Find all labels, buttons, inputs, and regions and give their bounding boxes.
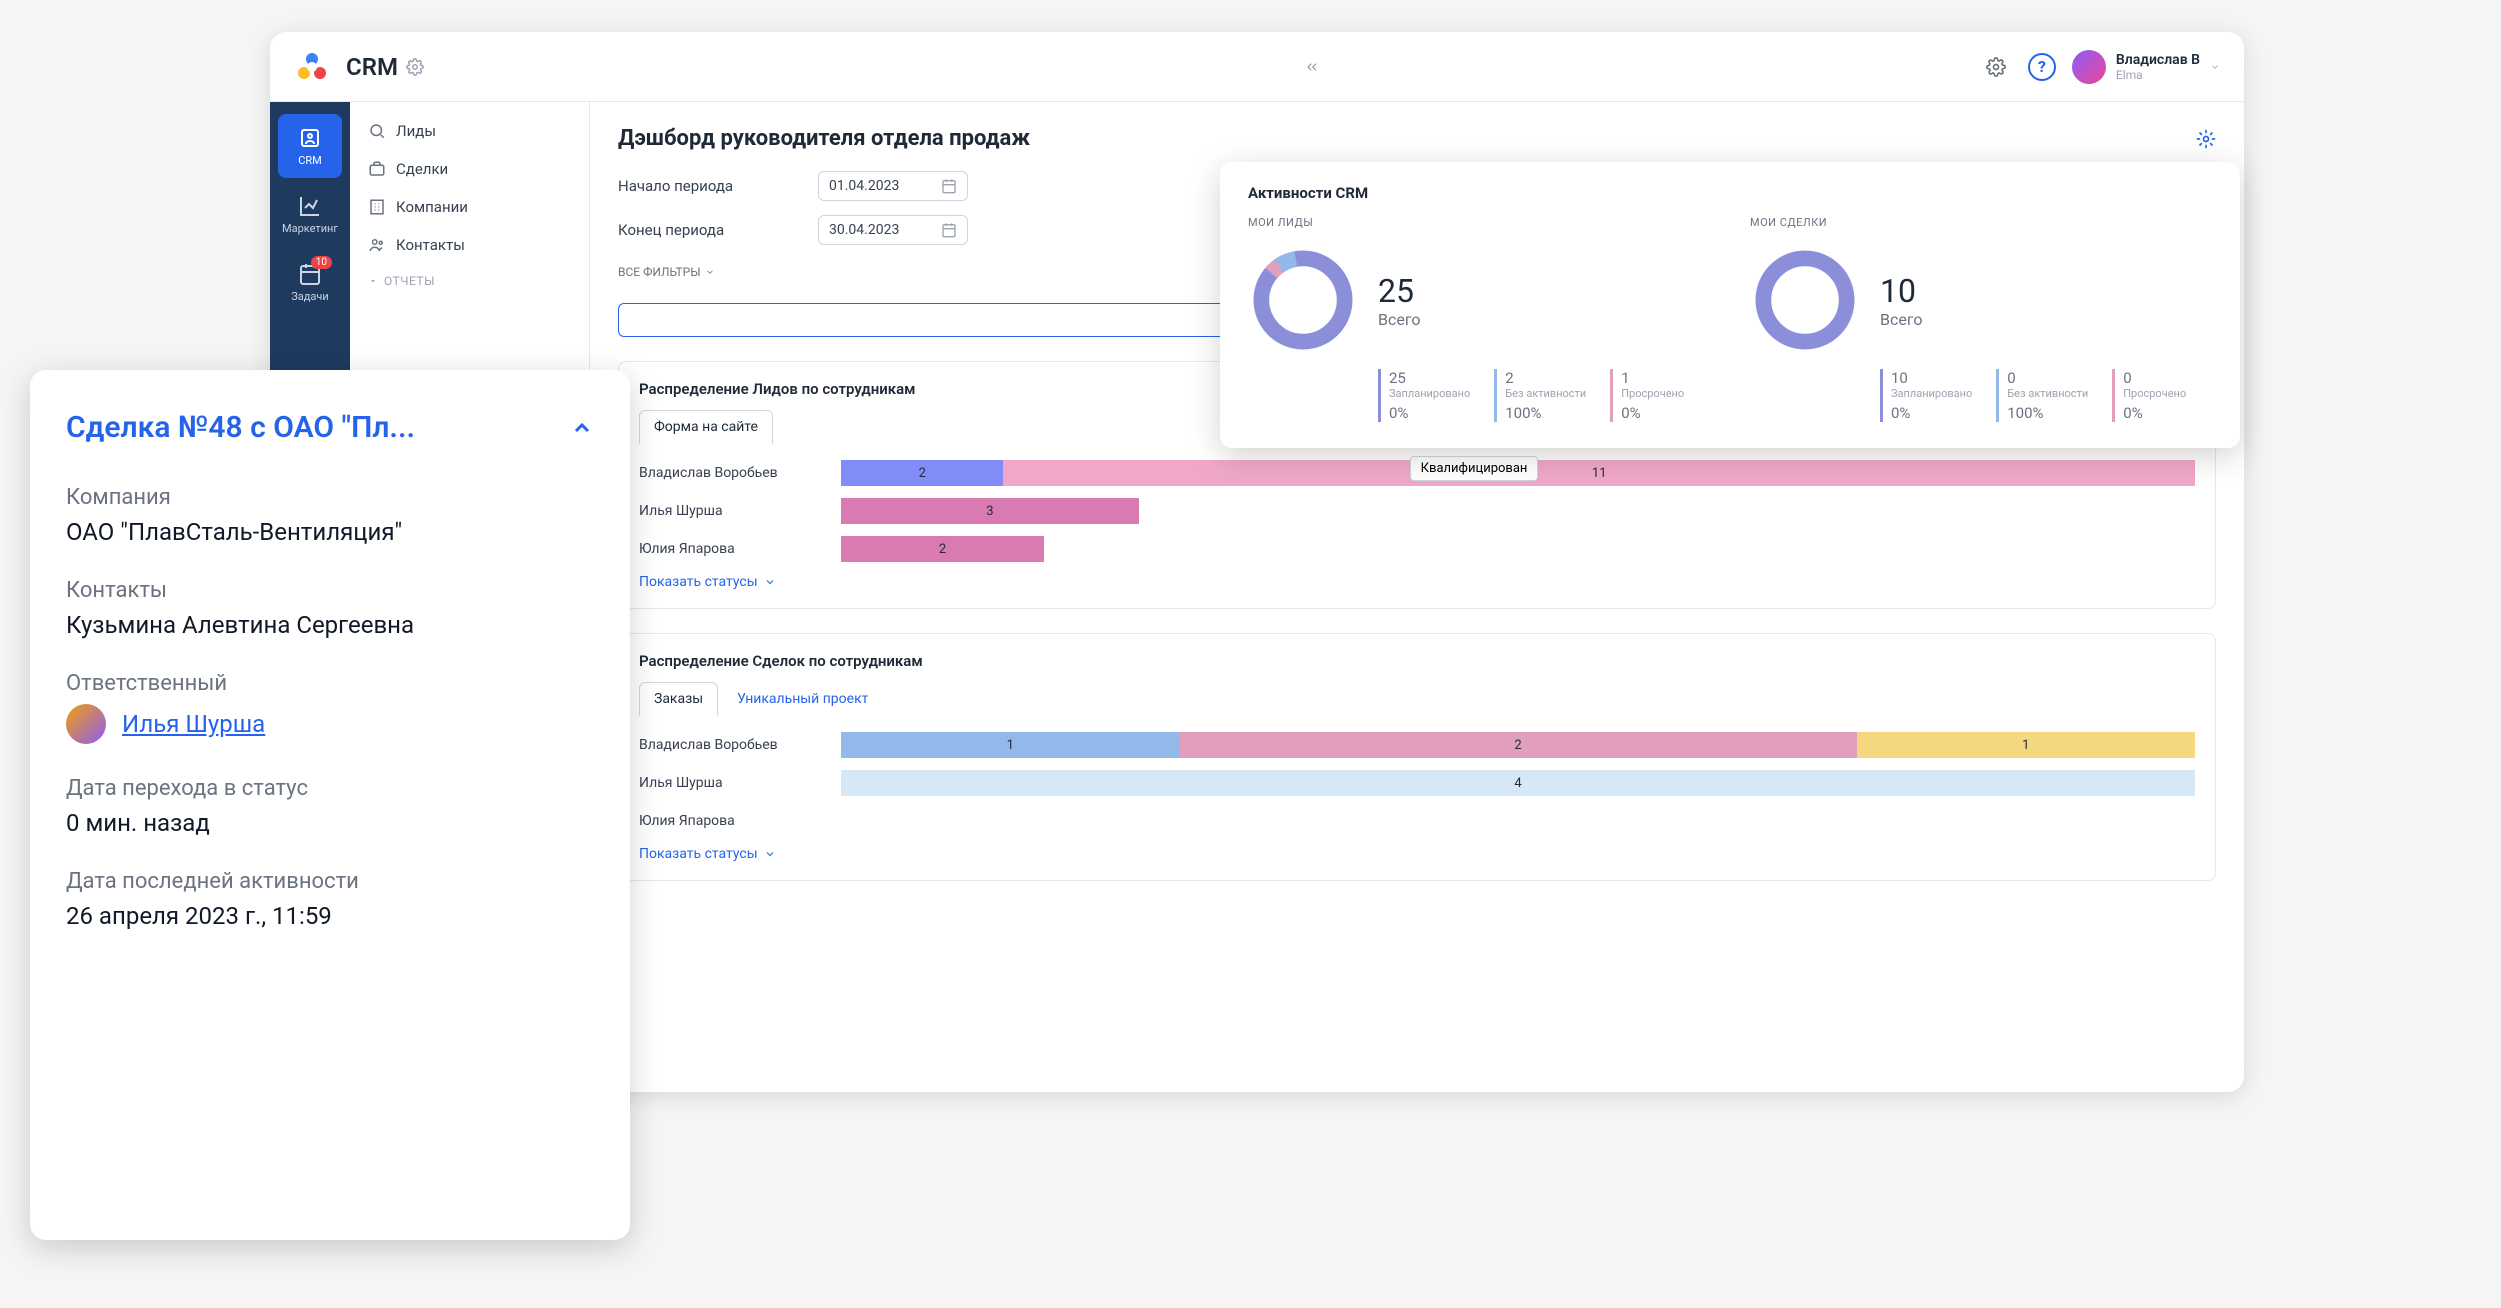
nav-companies[interactable]: Компании: [350, 188, 589, 226]
responsible-label: Ответственный: [66, 671, 594, 696]
calendar-icon: [941, 178, 957, 194]
responsible-row[interactable]: Илья Шурша: [66, 704, 594, 744]
chevron-down-icon: [2210, 62, 2220, 72]
stat-noactivity: 2 Без активности 100%: [1494, 369, 1586, 422]
panel-title: Распределение Сделок по сотрудникам: [639, 652, 2195, 670]
tab-form-site[interactable]: Форма на сайте: [639, 410, 773, 444]
my-leads-block: МОИ ЛИДЫ 25 Всего 25 Запланировано 0%: [1248, 216, 1710, 422]
tasks-badge: 10: [311, 256, 332, 269]
deals-donut-chart: [1750, 245, 1860, 355]
chevron-down-icon: [705, 267, 715, 277]
user-org: Elma: [2116, 68, 2200, 82]
rail-marketing[interactable]: Маркетинг: [278, 182, 342, 246]
building-icon: [368, 198, 386, 216]
deal-title[interactable]: Сделка №48 с ОАО "Пл...: [66, 410, 594, 445]
calendar-icon: [941, 222, 957, 238]
header-right: ? Владислав В Elma: [1980, 50, 2220, 84]
leads-donut-chart: [1248, 245, 1358, 355]
chevron-down-icon: [764, 576, 776, 588]
avatar: [2072, 50, 2106, 84]
stat-noactivity: 0 Без активности 100%: [1996, 369, 2088, 422]
bar-row: Юлия Япарова: [639, 806, 2195, 836]
rail-crm[interactable]: CRM: [278, 114, 342, 178]
bar-row: Владислав Воробьев 2 11 Квалифицирован: [639, 458, 2195, 488]
rail-tasks[interactable]: 10 Задачи: [278, 250, 342, 314]
my-deals-block: МОИ СДЕЛКИ 10 Всего 10 Запланировано 0% …: [1750, 216, 2212, 422]
period-end-label: Конец периода: [618, 221, 798, 239]
nav-deals[interactable]: Сделки: [350, 150, 589, 188]
avatar: [66, 704, 106, 744]
users-icon: [368, 236, 386, 254]
app-title: CRM: [346, 53, 398, 81]
tab-orders[interactable]: Заказы: [639, 682, 718, 716]
show-statuses-link[interactable]: Показать статусы: [639, 574, 2195, 590]
stat-overdue: 0 Просрочено 0%: [2112, 369, 2186, 422]
status-date-label: Дата перехода в статус: [66, 776, 594, 801]
deal-detail-card: Сделка №48 с ОАО "Пл... Компания ОАО "Пл…: [30, 370, 630, 1240]
page-title: Дэшборд руководителя отдела продаж: [618, 126, 1030, 151]
activity-title: Активности CRM: [1248, 184, 2212, 202]
user-name: Владислав В: [2116, 52, 2200, 68]
activity-date-label: Дата последней активности: [66, 869, 594, 894]
bar-row: Юлия Япарова 2: [639, 534, 2195, 564]
company-value: ОАО "ПлавСталь-Вентиляция": [66, 518, 594, 546]
period-end-input[interactable]: 30.04.2023: [818, 215, 968, 245]
contacts-label: Контакты: [66, 578, 594, 603]
chevron-down-icon: [764, 848, 776, 860]
app-header: CRM ? Владислав В Elma: [270, 32, 2244, 102]
show-statuses-link[interactable]: Показать статусы: [639, 846, 2195, 862]
nav-contacts[interactable]: Контакты: [350, 226, 589, 264]
bar-row: Илья Шурша 4: [639, 768, 2195, 798]
activity-date-value: 26 апреля 2023 г., 11:59: [66, 902, 594, 930]
settings-icon[interactable]: [1980, 51, 2012, 83]
status-date-value: 0 мин. назад: [66, 809, 594, 837]
deals-distribution-panel: Распределение Сделок по сотрудникам Зака…: [618, 633, 2216, 881]
stat-planned: 25 Запланировано 0%: [1378, 369, 1470, 422]
period-start-label: Начало периода: [618, 177, 798, 195]
tab-unique-project[interactable]: Уникальный проект: [722, 682, 883, 716]
dashboard-settings-icon[interactable]: [2196, 129, 2216, 149]
nav-leads[interactable]: Лиды: [350, 112, 589, 150]
triangle-down-icon: [368, 276, 378, 286]
search-icon: [368, 122, 386, 140]
bar-row: Владислав Воробьев 1 2 1: [639, 730, 2195, 760]
briefcase-icon: [368, 160, 386, 178]
gear-icon[interactable]: [406, 58, 424, 76]
collapse-sidebar-button[interactable]: [1298, 53, 1326, 81]
stat-planned: 10 Запланировано 0%: [1880, 369, 1972, 422]
tooltip-qualified: Квалифицирован: [1410, 456, 1539, 481]
nav-section-reports[interactable]: ОТЧЕТЫ: [350, 264, 589, 298]
contacts-value: Кузьмина Алевтина Сергеевна: [66, 611, 594, 639]
responsible-link[interactable]: Илья Шурша: [122, 710, 265, 738]
chevron-up-icon: [570, 416, 594, 440]
crm-activity-card: Активности CRM МОИ ЛИДЫ 25 Всего 25 Запл…: [1220, 162, 2240, 448]
help-icon[interactable]: ?: [2028, 53, 2056, 81]
period-start-input[interactable]: 01.04.2023: [818, 171, 968, 201]
app-logo: [294, 49, 330, 85]
company-label: Компания: [66, 485, 594, 510]
user-menu[interactable]: Владислав В Elma: [2072, 50, 2220, 84]
bar-row: Илья Шурша 3: [639, 496, 2195, 526]
stat-overdue: 1 Просрочено 0%: [1610, 369, 1684, 422]
